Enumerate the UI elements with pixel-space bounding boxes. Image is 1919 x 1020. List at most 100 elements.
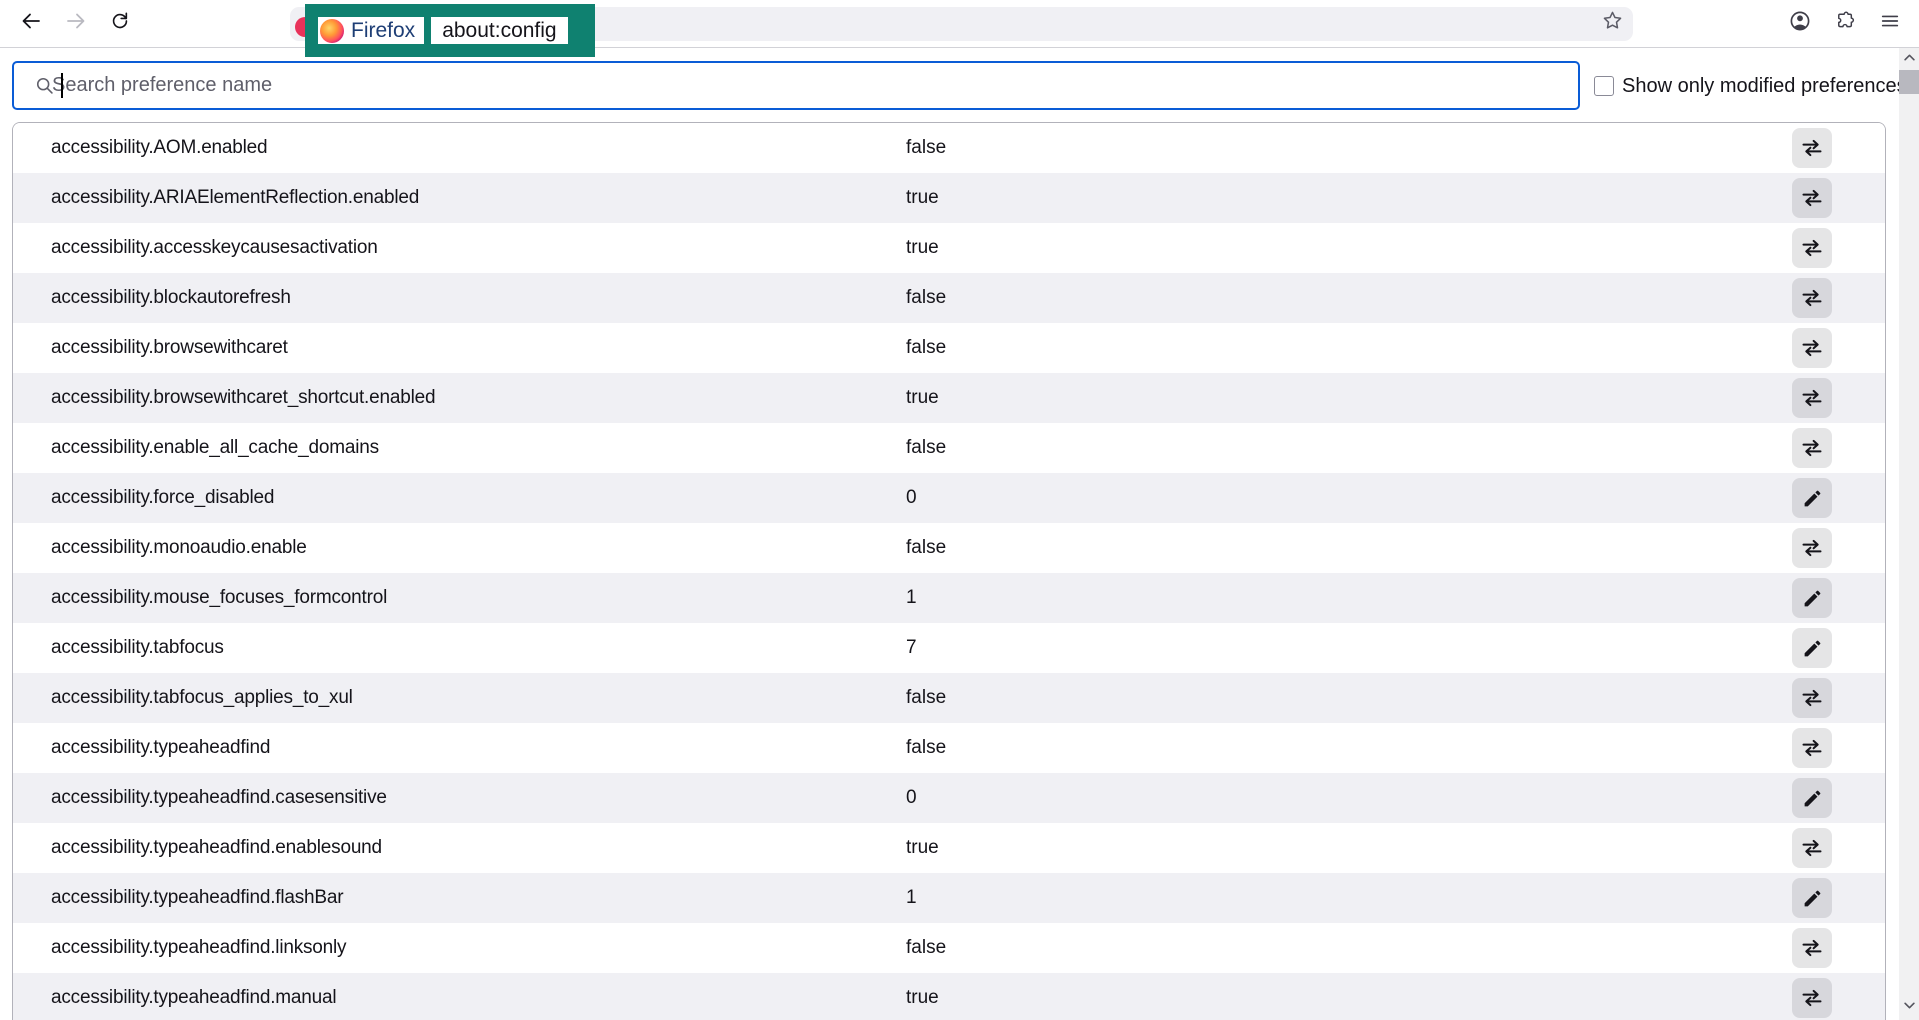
extensions-button[interactable] bbox=[1828, 6, 1862, 40]
pref-name: accessibility.typeaheadfind.casesensitiv… bbox=[13, 787, 387, 809]
bookmark-button[interactable] bbox=[1595, 6, 1629, 40]
pref-value: true bbox=[906, 187, 939, 209]
scrollbar-thumb[interactable] bbox=[1899, 70, 1919, 94]
toggle-button[interactable] bbox=[1792, 328, 1832, 368]
pref-name: accessibility.mouse_focuses_formcontrol bbox=[13, 587, 387, 609]
search-box bbox=[12, 61, 1580, 110]
toggle-button[interactable] bbox=[1792, 228, 1832, 268]
toggle-button[interactable] bbox=[1792, 528, 1832, 568]
pref-row: accessibility.typeaheadfind false bbox=[13, 723, 1885, 773]
toggle-button[interactable] bbox=[1792, 728, 1832, 768]
toggle-button[interactable] bbox=[1792, 428, 1832, 468]
back-button[interactable] bbox=[14, 6, 48, 40]
account-button[interactable] bbox=[1783, 6, 1817, 40]
pref-value: false bbox=[906, 437, 946, 459]
pencil-icon bbox=[1802, 888, 1823, 909]
pref-row: accessibility.tabfocus 7 bbox=[13, 623, 1885, 673]
pref-name: accessibility.accesskeycausesactivation bbox=[13, 237, 378, 259]
pref-row: accessibility.browsewithcaret false bbox=[13, 323, 1885, 373]
toggle-arrows-icon bbox=[1800, 386, 1824, 410]
reload-icon bbox=[109, 10, 131, 37]
pref-name: accessibility.typeaheadfind.manual bbox=[13, 987, 336, 1009]
toggle-arrows-icon bbox=[1800, 336, 1824, 360]
pencil-icon bbox=[1802, 588, 1823, 609]
site-identity-chip: Firefox bbox=[318, 17, 424, 44]
pref-name: accessibility.force_disabled bbox=[13, 487, 274, 509]
pref-row: accessibility.AOM.enabled false bbox=[13, 123, 1885, 173]
toggle-button[interactable] bbox=[1792, 178, 1832, 218]
pref-name: accessibility.ARIAElementReflection.enab… bbox=[13, 187, 419, 209]
pref-row: accessibility.blockautorefresh false bbox=[13, 273, 1885, 323]
forward-arrow-icon bbox=[64, 9, 88, 38]
edit-button[interactable] bbox=[1792, 878, 1832, 918]
show-modified-label: Show only modified preferences bbox=[1622, 75, 1907, 97]
firefox-logo-icon bbox=[320, 19, 344, 43]
pencil-icon bbox=[1802, 638, 1823, 659]
toggle-button[interactable] bbox=[1792, 978, 1832, 1018]
url-highlight-box: Firefox about:config bbox=[305, 4, 595, 57]
back-arrow-icon bbox=[19, 9, 43, 38]
pref-name: accessibility.browsewithcaret bbox=[13, 337, 288, 359]
pref-value: true bbox=[906, 237, 939, 259]
pencil-icon bbox=[1802, 488, 1823, 509]
pref-value: false bbox=[906, 687, 946, 709]
star-icon bbox=[1601, 9, 1624, 37]
pref-value: true bbox=[906, 387, 939, 409]
pref-value: false bbox=[906, 137, 946, 159]
pref-row: accessibility.force_disabled 0 bbox=[13, 473, 1885, 523]
pref-value: true bbox=[906, 837, 939, 859]
edit-button[interactable] bbox=[1792, 778, 1832, 818]
pref-value: false bbox=[906, 537, 946, 559]
reload-button[interactable] bbox=[103, 6, 137, 40]
toggle-arrows-icon bbox=[1800, 286, 1824, 310]
scroll-up-button[interactable] bbox=[1899, 50, 1919, 70]
pref-name: accessibility.AOM.enabled bbox=[13, 137, 267, 159]
pref-value: false bbox=[906, 287, 946, 309]
forward-button[interactable] bbox=[59, 6, 93, 40]
toggle-button[interactable] bbox=[1792, 128, 1832, 168]
page-scrollbar[interactable] bbox=[1899, 48, 1919, 1020]
toggle-arrows-icon bbox=[1800, 836, 1824, 860]
toggle-arrows-icon bbox=[1800, 986, 1824, 1010]
pencil-icon bbox=[1802, 788, 1823, 809]
edit-button[interactable] bbox=[1792, 478, 1832, 518]
pref-value: false bbox=[906, 737, 946, 759]
chevron-down-icon bbox=[1902, 998, 1917, 1018]
toggle-button[interactable] bbox=[1792, 828, 1832, 868]
pref-row: accessibility.typeaheadfind.enablesound … bbox=[13, 823, 1885, 873]
show-modified-checkbox[interactable] bbox=[1594, 76, 1614, 96]
pref-name: accessibility.enable_all_cache_domains bbox=[13, 437, 379, 459]
toggle-button[interactable] bbox=[1792, 678, 1832, 718]
pref-name: accessibility.blockautorefresh bbox=[13, 287, 291, 309]
pref-value: false bbox=[906, 337, 946, 359]
toggle-button[interactable] bbox=[1792, 928, 1832, 968]
pref-value: true bbox=[906, 987, 939, 1009]
toggle-arrows-icon bbox=[1800, 436, 1824, 460]
pref-value: 7 bbox=[906, 637, 917, 659]
pref-row: accessibility.accesskeycausesactivation … bbox=[13, 223, 1885, 273]
pref-name: accessibility.browsewithcaret_shortcut.e… bbox=[13, 387, 435, 409]
pref-row: accessibility.enable_all_cache_domains f… bbox=[13, 423, 1885, 473]
pref-row: accessibility.typeaheadfind.casesensitiv… bbox=[13, 773, 1885, 823]
edit-button[interactable] bbox=[1792, 628, 1832, 668]
pref-value: 1 bbox=[906, 887, 917, 909]
pref-value: 1 bbox=[906, 587, 917, 609]
toggle-arrows-icon bbox=[1800, 736, 1824, 760]
pref-name: accessibility.tabfocus_applies_to_xul bbox=[13, 687, 353, 709]
account-icon bbox=[1788, 9, 1812, 38]
pref-name: accessibility.typeaheadfind.enablesound bbox=[13, 837, 382, 859]
edit-button[interactable] bbox=[1792, 578, 1832, 618]
toggle-arrows-icon bbox=[1800, 136, 1824, 160]
search-input[interactable] bbox=[12, 61, 1580, 110]
toggle-arrows-icon bbox=[1800, 686, 1824, 710]
pref-value: false bbox=[906, 937, 946, 959]
menu-button[interactable] bbox=[1873, 6, 1907, 40]
scroll-down-button[interactable] bbox=[1899, 998, 1919, 1018]
pref-name: accessibility.typeaheadfind bbox=[13, 737, 270, 759]
toggle-arrows-icon bbox=[1800, 186, 1824, 210]
hamburger-icon bbox=[1879, 10, 1901, 37]
toggle-button[interactable] bbox=[1792, 378, 1832, 418]
toggle-button[interactable] bbox=[1792, 278, 1832, 318]
preferences-table: accessibility.AOM.enabled false accessib… bbox=[12, 122, 1886, 1020]
puzzle-piece-icon bbox=[1834, 10, 1856, 37]
